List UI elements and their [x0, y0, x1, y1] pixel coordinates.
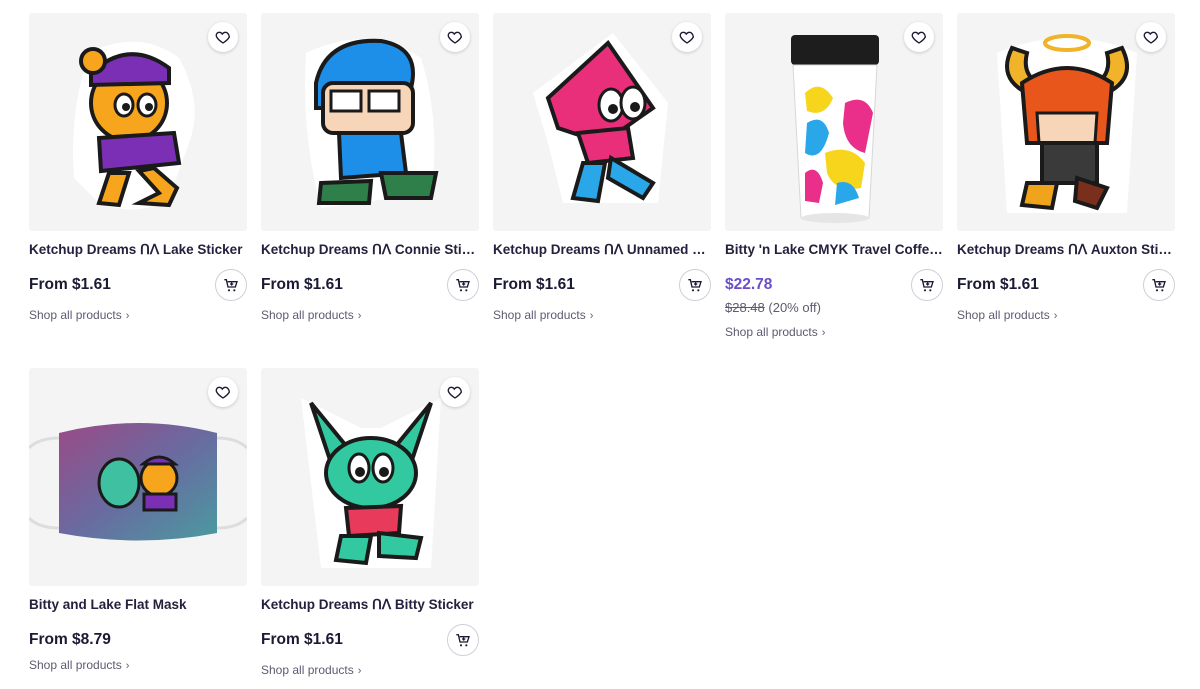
heart-icon [447, 31, 463, 44]
favorite-button[interactable] [208, 22, 238, 52]
product-title[interactable]: Ketchup Dreams ᑎᐱ Connie Sticker [261, 241, 479, 259]
product-card[interactable]: Bitty 'n Lake CMYK Travel Coffee Mug $22… [725, 13, 943, 339]
sale-price: $22.78 [725, 276, 773, 293]
product-image[interactable] [29, 368, 247, 586]
product-title[interactable]: Ketchup Dreams ᑎᐱ Bitty Sticker [261, 596, 479, 614]
product-image[interactable] [261, 368, 479, 586]
shop-all-link[interactable]: Shop all products › [261, 308, 479, 322]
product-card[interactable]: Bitty and Lake Flat Mask From $8.79 Shop… [29, 368, 247, 672]
product-price: From $1.61 [261, 276, 343, 293]
product-title[interactable]: Bitty and Lake Flat Mask [29, 596, 247, 614]
favorite-button[interactable] [904, 22, 934, 52]
product-card[interactable]: Ketchup Dreams ᑎᐱ Connie Sticker From $1… [261, 13, 479, 322]
product-price: From $1.61 [261, 631, 343, 648]
favorite-button[interactable] [208, 377, 238, 407]
shop-all-link[interactable]: Shop all products › [29, 308, 247, 322]
add-to-cart-icon [920, 279, 934, 292]
discount-label: (20% off) [768, 300, 821, 315]
chevron-right-icon: › [125, 660, 130, 672]
product-card[interactable]: Ketchup Dreams ᑎᐱ Bitty Sticker From $1.… [261, 368, 479, 677]
favorite-button[interactable] [440, 377, 470, 407]
product-card[interactable]: Ketchup Dreams ᑎᐱ Lake Sticker From $1.6… [29, 13, 247, 322]
favorite-button[interactable] [1136, 22, 1166, 52]
product-price: From $1.61 [493, 276, 575, 293]
add-to-cart-button[interactable] [447, 269, 479, 301]
favorite-button[interactable] [672, 22, 702, 52]
shop-all-link[interactable]: Shop all products › [261, 663, 479, 677]
add-to-cart-icon [1152, 279, 1166, 292]
product-price: From $1.61 [957, 276, 1039, 293]
product-title[interactable]: Ketchup Dreams ᑎᐱ Lake Sticker [29, 241, 247, 259]
heart-icon [215, 31, 231, 44]
add-to-cart-button[interactable] [1143, 269, 1175, 301]
add-to-cart-icon [688, 279, 702, 292]
heart-icon [911, 31, 927, 44]
chevron-right-icon: › [1053, 310, 1058, 322]
shop-all-link[interactable]: Shop all products › [493, 308, 711, 322]
add-to-cart-button[interactable] [679, 269, 711, 301]
chevron-right-icon: › [357, 310, 362, 322]
add-to-cart-button[interactable] [215, 269, 247, 301]
chevron-right-icon: › [125, 310, 130, 322]
product-title[interactable]: Ketchup Dreams ᑎᐱ Unnamed Fan Sticker [493, 241, 711, 259]
product-image[interactable] [261, 13, 479, 231]
shop-all-link[interactable]: Shop all products › [957, 308, 1175, 322]
chevron-right-icon: › [821, 327, 826, 339]
chevron-right-icon: › [357, 665, 362, 677]
shop-all-link[interactable]: Shop all products › [725, 325, 943, 339]
add-to-cart-icon [224, 279, 238, 292]
product-image[interactable] [725, 13, 943, 231]
original-price-row: $28.48 (20% off) [725, 300, 943, 315]
add-to-cart-button[interactable] [447, 624, 479, 656]
product-title[interactable]: Ketchup Dreams ᑎᐱ Auxton Sticker [957, 241, 1175, 259]
product-image[interactable] [29, 13, 247, 231]
shop-all-link[interactable]: Shop all products › [29, 658, 247, 672]
chevron-right-icon: › [589, 310, 594, 322]
heart-icon [1143, 31, 1159, 44]
product-price: From $8.79 [29, 631, 111, 648]
product-card[interactable]: Ketchup Dreams ᑎᐱ Unnamed Fan Sticker Fr… [493, 13, 711, 322]
product-image[interactable] [957, 13, 1175, 231]
product-image[interactable] [493, 13, 711, 231]
product-title[interactable]: Bitty 'n Lake CMYK Travel Coffee Mug [725, 241, 943, 259]
heart-icon [215, 386, 231, 399]
favorite-button[interactable] [440, 22, 470, 52]
original-price: $28.48 [725, 300, 765, 315]
heart-icon [447, 386, 463, 399]
heart-icon [679, 31, 695, 44]
product-card[interactable]: Ketchup Dreams ᑎᐱ Auxton Sticker From $1… [957, 13, 1175, 322]
add-to-cart-button[interactable] [911, 269, 943, 301]
add-to-cart-icon [456, 634, 470, 647]
product-price: From $1.61 [29, 276, 111, 293]
add-to-cart-icon [456, 279, 470, 292]
